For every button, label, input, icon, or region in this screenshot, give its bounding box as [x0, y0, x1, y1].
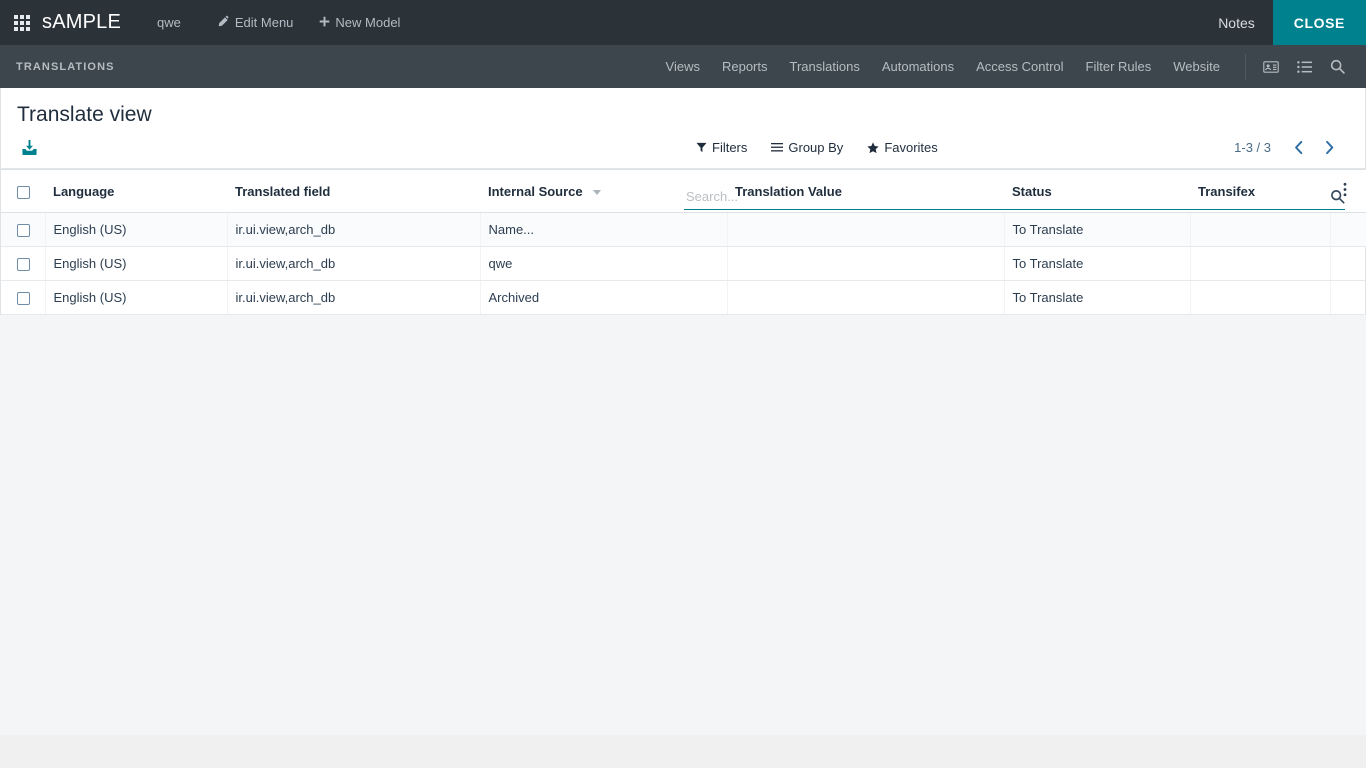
cell-status[interactable]: To Translate [1004, 247, 1190, 281]
cell-language[interactable]: English (US) [45, 213, 227, 247]
top-menu-item-new-model[interactable]: New Model [306, 0, 413, 45]
menubar-icon-group [1245, 54, 1354, 80]
select-all-header[interactable] [1, 170, 45, 213]
control-panel-top: Translate view [1, 88, 1365, 130]
favorites-label: Favorites [884, 140, 937, 155]
row-checkbox[interactable] [17, 258, 30, 271]
menubar-section-title[interactable]: TRANSLATIONS [16, 61, 115, 73]
search-input[interactable] [684, 188, 1322, 205]
cell-translation-value[interactable] [727, 213, 1004, 247]
column-header-language-label: Language [53, 184, 114, 199]
top-systray-bar: sAMPLE qwe Edit Menu New Model Notes CLO… [0, 0, 1366, 45]
search-area [684, 188, 1345, 210]
brand-title[interactable]: sAMPLE [42, 0, 147, 45]
top-menu-item-qwe[interactable]: qwe [147, 0, 205, 45]
search-submit-icon[interactable] [1322, 189, 1345, 204]
cell-internal-source[interactable]: Name... [480, 213, 727, 247]
table-body: English (US) ir.ui.view,arch_db Name... … [1, 213, 1366, 315]
list-icon[interactable] [1288, 60, 1321, 74]
favorites-dropdown[interactable]: Favorites [855, 138, 949, 157]
pencil-icon [218, 15, 230, 30]
column-header-language[interactable]: Language [45, 170, 227, 213]
main-content: Translate view [0, 88, 1366, 315]
apps-grid-glyph [14, 15, 30, 31]
filters-dropdown[interactable]: Filters [684, 138, 759, 157]
row-checkbox[interactable] [17, 224, 30, 237]
cell-status[interactable]: To Translate [1004, 213, 1190, 247]
sort-descending-icon [593, 190, 601, 195]
cell-transifex[interactable] [1190, 281, 1330, 315]
cell-spacer [1330, 281, 1366, 315]
cell-translation-value[interactable] [727, 247, 1004, 281]
plus-icon [319, 16, 330, 30]
search-bar[interactable] [684, 188, 1345, 210]
page-background [0, 315, 1366, 735]
menubar-item-website[interactable]: Website [1162, 59, 1231, 74]
column-header-internal-source-label: Internal Source [488, 184, 583, 199]
apps-grid-icon[interactable] [0, 0, 42, 45]
cell-translated-field[interactable]: ir.ui.view,arch_db [227, 281, 480, 315]
cell-translated-field[interactable]: ir.ui.view,arch_db [227, 213, 480, 247]
control-panel-bottom: Filters Group By Favorites [1, 130, 1365, 168]
top-menu-item-qwe-label: qwe [157, 15, 181, 30]
cell-translated-field[interactable]: ir.ui.view,arch_db [227, 247, 480, 281]
row-select-cell[interactable] [1, 247, 45, 281]
group-by-dropdown[interactable]: Group By [759, 138, 855, 157]
id-card-icon[interactable] [1254, 60, 1288, 74]
cell-spacer [1330, 247, 1366, 281]
cell-transifex[interactable] [1190, 247, 1330, 281]
column-header-translated-field-label: Translated field [235, 184, 330, 199]
cell-language[interactable]: English (US) [45, 247, 227, 281]
control-panel: Translate view [1, 88, 1365, 169]
menubar-item-translations[interactable]: Translations [779, 59, 871, 74]
cell-status[interactable]: To Translate [1004, 281, 1190, 315]
menubar-links: Views Reports Translations Automations A… [655, 59, 1231, 74]
pager: 1-3 / 3 [1234, 140, 1345, 155]
pager-next-button[interactable] [1314, 140, 1345, 155]
row-select-cell[interactable] [1, 213, 45, 247]
cell-language[interactable]: English (US) [45, 281, 227, 315]
group-by-label: Group By [788, 140, 843, 155]
top-menu: qwe Edit Menu New Model [147, 0, 1200, 45]
top-menu-item-new-model-label: New Model [335, 15, 400, 30]
cell-internal-source[interactable]: Archived [480, 281, 727, 315]
search-options: Filters Group By Favorites [684, 138, 950, 157]
table-row[interactable]: English (US) ir.ui.view,arch_db Name... … [1, 213, 1366, 247]
cell-transifex[interactable] [1190, 213, 1330, 247]
row-select-cell[interactable] [1, 281, 45, 315]
app-menu-bar: TRANSLATIONS Views Reports Translations … [0, 45, 1366, 88]
menubar-item-automations[interactable]: Automations [871, 59, 965, 74]
top-menu-item-edit-menu[interactable]: Edit Menu [205, 0, 307, 45]
star-icon [867, 142, 879, 154]
pager-previous-button[interactable] [1283, 140, 1314, 155]
export-download-icon[interactable] [17, 137, 42, 158]
select-all-checkbox[interactable] [17, 186, 30, 199]
notes-button[interactable]: Notes [1200, 0, 1273, 45]
cell-spacer [1330, 213, 1366, 247]
menubar-item-views[interactable]: Views [655, 59, 711, 74]
menubar-item-filter-rules[interactable]: Filter Rules [1075, 59, 1163, 74]
top-menu-item-edit-menu-label: Edit Menu [235, 15, 294, 30]
menubar-item-reports[interactable]: Reports [711, 59, 779, 74]
top-systray-right: Notes CLOSE [1200, 0, 1366, 45]
cell-translation-value[interactable] [727, 281, 1004, 315]
search-icon[interactable] [1321, 59, 1354, 74]
table-row[interactable]: English (US) ir.ui.view,arch_db Archived… [1, 281, 1366, 315]
cell-internal-source[interactable]: qwe [480, 247, 727, 281]
table-row[interactable]: English (US) ir.ui.view,arch_db qwe To T… [1, 247, 1366, 281]
menubar-item-access-control[interactable]: Access Control [965, 59, 1074, 74]
hamburger-icon [771, 142, 783, 153]
filters-label: Filters [712, 140, 747, 155]
page-title: Translate view [17, 102, 152, 128]
column-header-translated-field[interactable]: Translated field [227, 170, 480, 213]
pager-range[interactable]: 1-3 / 3 [1234, 140, 1283, 155]
funnel-icon [696, 142, 707, 153]
row-checkbox[interactable] [17, 292, 30, 305]
close-button[interactable]: CLOSE [1273, 0, 1366, 45]
